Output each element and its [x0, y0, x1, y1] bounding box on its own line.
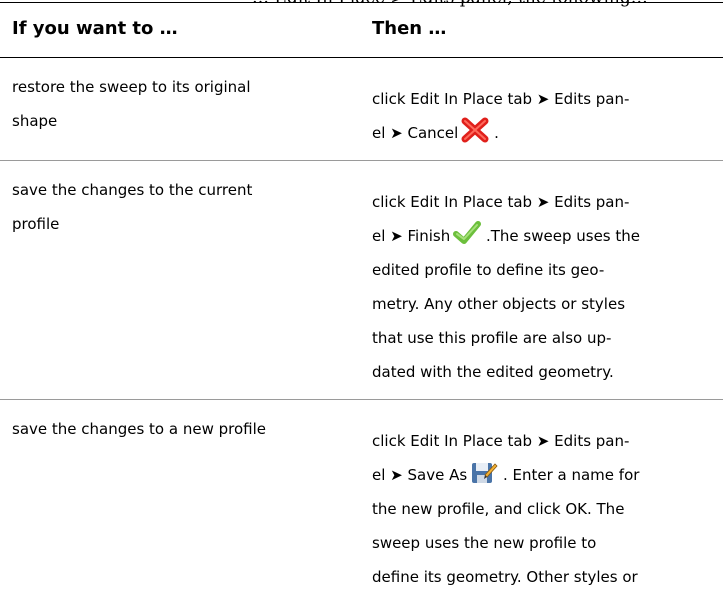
row-3-action-line-5: define its geometry. Other styles or — [372, 568, 638, 586]
finish-checkmark-icon — [453, 220, 482, 246]
row-1-bottom-rule — [0, 160, 723, 161]
row-3-action-line-2: el ➤ Save As . Enter a name for — [372, 458, 639, 492]
row-2-condition-line-1: save the changes to the current — [12, 181, 253, 199]
cancel-x-icon — [461, 117, 489, 143]
table-top-rule — [0, 2, 723, 3]
table-row-2-action: click Edit In Place tab ➤ Edits pan- el … — [372, 185, 640, 389]
row-2-action-line-3: edited profile to define its geo- — [372, 261, 605, 279]
row-2-action-line-4: metry. Any other objects or styles — [372, 295, 626, 313]
table-row-1-action: click Edit In Place tab ➤ Edits pan- el … — [372, 82, 629, 150]
row-2-bottom-rule — [0, 399, 723, 400]
row-2-action-line-6: dated with the edited geometry. — [372, 363, 614, 381]
row-1-condition-line-1: restore the sweep to its original — [12, 78, 251, 96]
row-1-condition-line-2: shape — [12, 112, 58, 130]
row-2-action-line-2: el ➤ Finish .The sweep uses the — [372, 219, 640, 253]
row-1-action-line-1: click Edit In Place tab ➤ Edits pan- — [372, 90, 630, 108]
header-condition: If you want to … — [12, 18, 178, 39]
header-action: Then … — [372, 18, 447, 39]
row-3-action-line-4: sweep uses the new profile to — [372, 534, 597, 552]
row-2-condition-line-2: profile — [12, 215, 60, 233]
table-row-3-action: click Edit In Place tab ➤ Edits pan- el … — [372, 424, 639, 594]
save-as-icon — [470, 459, 498, 485]
table-row-1-condition: restore the sweep to its original shape — [12, 70, 251, 138]
row-1-action-line-2: el ➤ Cancel . — [372, 116, 629, 150]
table-row-2-condition: save the changes to the current profile — [12, 173, 252, 241]
row-2-action-line-5: that use this profile are also up- — [372, 329, 612, 347]
row-3-condition-line-1: save the changes to a new profile — [12, 420, 266, 438]
header-bottom-rule — [0, 57, 723, 58]
row-2-action-line-1: click Edit In Place tab ➤ Edits pan- — [372, 193, 630, 211]
table-row-3-condition: save the changes to a new profile — [12, 412, 266, 446]
row-3-action-line-3: the new profile, and click OK. The — [372, 500, 625, 518]
row-3-action-line-1: click Edit In Place tab ➤ Edits pan- — [372, 432, 630, 450]
